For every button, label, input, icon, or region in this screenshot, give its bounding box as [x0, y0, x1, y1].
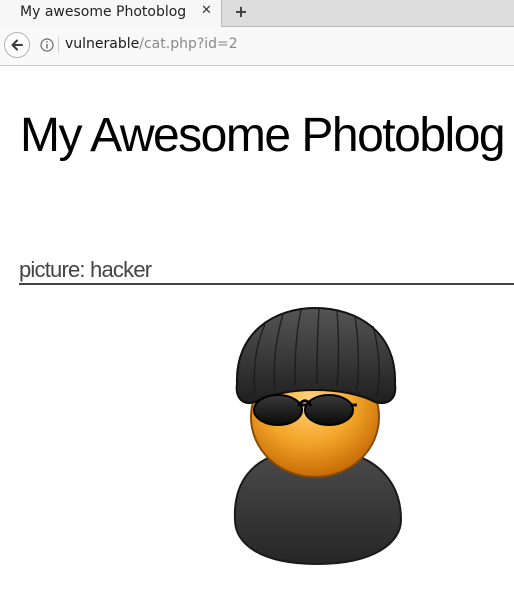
tab-active[interactable]: My awesome Photoblog ✕ — [0, 0, 222, 27]
new-tab-button[interactable]: + — [233, 3, 249, 21]
navigation-toolbar: vulnerable/cat.php?id=2 — [0, 27, 514, 66]
hacker-picture — [233, 306, 403, 566]
tab-strip: My awesome Photoblog ✕ + — [0, 0, 514, 27]
close-icon[interactable]: ✕ — [201, 3, 212, 18]
heading-underline — [19, 283, 514, 285]
url-host: vulnerable — [65, 36, 140, 52]
tab-title: My awesome Photoblog — [20, 4, 187, 20]
browser-window: My awesome Photoblog ✕ + vulnerable/cat.… — [0, 0, 514, 604]
back-button[interactable] — [4, 32, 30, 58]
arrow-left-icon — [11, 39, 23, 51]
plus-icon: + — [234, 2, 248, 21]
picture-heading: picture: hacker — [19, 257, 152, 282]
url-path: /cat.php?id=2 — [139, 36, 238, 52]
url-bar[interactable]: vulnerable/cat.php?id=2 — [58, 36, 508, 56]
page-content: My Awesome Photoblog picture: hacker — [0, 66, 514, 604]
hacker-beanie — [235, 306, 397, 404]
page-title: My Awesome Photoblog — [20, 109, 506, 162]
info-circle-icon[interactable] — [40, 38, 54, 52]
